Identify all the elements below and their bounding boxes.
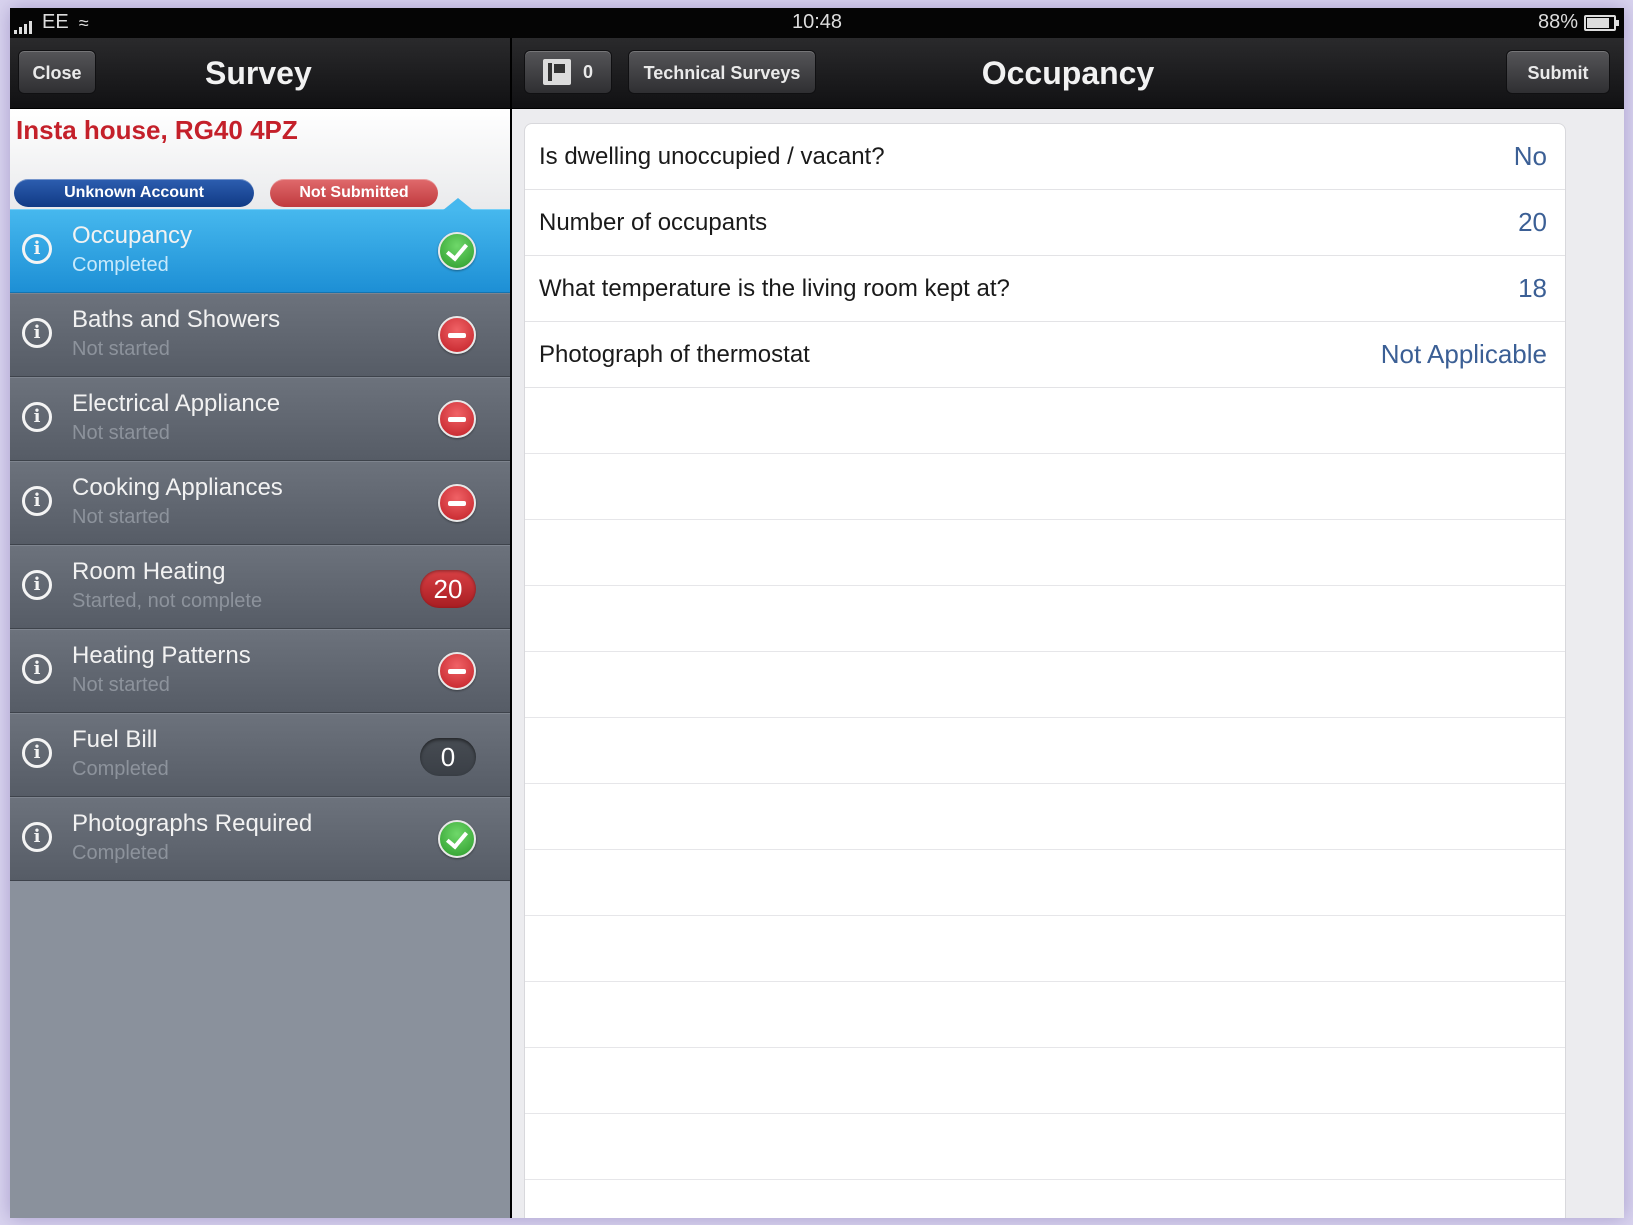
not-started-icon [438, 400, 476, 438]
info-icon[interactable]: i [22, 486, 52, 516]
sidebar-item-electrical-appliance[interactable]: i Electrical Appliance Not started [10, 377, 510, 461]
empty-row [525, 916, 1565, 982]
section-name: Electrical Appliance [72, 390, 281, 417]
sidebar-item-occupancy[interactable]: i Occupancy Completed [10, 198, 510, 293]
question-label: Is dwelling unoccupied / vacant? [539, 142, 885, 170]
empty-row [525, 1114, 1565, 1180]
empty-row [525, 520, 1565, 586]
submission-status-badge: Not Submitted [270, 179, 438, 207]
count-badge: 20 [420, 570, 476, 608]
section-status: Started, not complete [72, 590, 263, 612]
checkmark-icon [438, 232, 476, 270]
sidebar-item-baths-and-showers[interactable]: i Baths and Showers Not started [10, 293, 510, 377]
survey-title: Survey [205, 55, 312, 91]
section-name: Occupancy [72, 222, 193, 249]
question-row[interactable]: What temperature is the living room kept… [525, 256, 1565, 322]
info-icon[interactable]: i [22, 738, 52, 768]
page-title: Occupancy [981, 55, 1155, 91]
sections-sidebar: Insta house, RG40 4PZ Unknown Account No… [10, 109, 510, 1218]
info-icon[interactable]: i [22, 318, 52, 348]
section-name: Fuel Bill [72, 726, 158, 753]
section-status: Completed [72, 758, 169, 780]
battery-percent: 88% [1537, 11, 1578, 33]
info-icon[interactable]: i [22, 234, 52, 264]
answer-value[interactable]: Not Applicable [1381, 339, 1547, 370]
status-bar: EE ≈ 10:48 88% [10, 8, 1624, 38]
section-status: Completed [72, 254, 169, 276]
question-row[interactable]: Is dwelling unoccupied / vacant? No [525, 124, 1565, 190]
battery-area: 88% [1537, 11, 1619, 34]
question-label: Photograph of thermostat [539, 340, 810, 368]
empty-row [525, 652, 1565, 718]
selection-pointer [442, 198, 474, 211]
empty-row [525, 850, 1565, 916]
section-name: Heating Patterns [72, 642, 251, 669]
battery-fill [1587, 17, 1610, 28]
info-icon[interactable]: i [22, 822, 52, 852]
submit-button[interactable]: Submit [1506, 50, 1610, 94]
checkmark-icon [438, 820, 476, 858]
empty-row [525, 454, 1565, 520]
empty-row [525, 718, 1565, 784]
sidebar-item-fuel-bill[interactable]: i Fuel Bill Completed 0 [10, 713, 510, 797]
empty-row [525, 784, 1565, 850]
survey-navbar: Close Survey [10, 38, 510, 109]
question-row[interactable]: Photograph of thermostat Not Applicable [525, 322, 1565, 388]
not-started-icon [438, 316, 476, 354]
empty-row [525, 586, 1565, 652]
clock: 10:48 [791, 11, 843, 33]
detail-pane: Is dwelling unoccupied / vacant? No Number… [512, 109, 1624, 1218]
section-name: Photographs Required [72, 810, 313, 837]
count-badge: 0 [420, 738, 476, 776]
detail-navbar: 0 Technical Surveys Occupancy Submit [512, 38, 1624, 109]
property-address: Insta house, RG40 4PZ [16, 115, 298, 145]
question-table: Is dwelling unoccupied / vacant? No Number… [524, 123, 1566, 1218]
section-list: i Occupancy Completed i Baths and Showers Not… [10, 198, 510, 881]
close-button[interactable]: Close [18, 50, 96, 94]
not-started-icon [438, 652, 476, 690]
section-status: Not started [72, 338, 170, 360]
section-status: Completed [72, 842, 169, 864]
account-badge: Unknown Account [14, 179, 254, 207]
sidebar-item-room-heating[interactable]: i Room Heating Started, not complete 20 [10, 545, 510, 629]
section-name: Room Heating [72, 558, 226, 585]
sidebar-item-cooking-appliances[interactable]: i Cooking Appliances Not started [10, 461, 510, 545]
answer-value[interactable]: 18 [1518, 273, 1547, 304]
info-icon[interactable]: i [22, 402, 52, 432]
section-name: Baths and Showers [72, 306, 281, 333]
question-row[interactable]: Number of occupants 20 [525, 190, 1565, 256]
empty-row [525, 982, 1565, 1048]
sidebar-item-photographs-required[interactable]: i Photographs Required Completed [10, 797, 510, 881]
empty-row [525, 1048, 1565, 1114]
battery-icon [1584, 14, 1619, 31]
section-status: Not started [72, 422, 170, 444]
answer-value[interactable]: 20 [1518, 207, 1547, 238]
empty-row [525, 388, 1565, 454]
answer-value[interactable]: No [1514, 141, 1547, 172]
not-started-icon [438, 484, 476, 522]
question-label: Number of occupants [539, 208, 768, 236]
info-icon[interactable]: i [22, 570, 52, 600]
section-status: Not started [72, 674, 170, 696]
section-name: Cooking Appliances [72, 474, 283, 501]
sidebar-item-heating-patterns[interactable]: i Heating Patterns Not started [10, 629, 510, 713]
question-label: What temperature is the living room kept… [539, 274, 1010, 302]
section-status: Not started [72, 506, 170, 528]
info-icon[interactable]: i [22, 654, 52, 684]
property-header: Insta house, RG40 4PZ Unknown Account No… [10, 109, 510, 209]
ipad-screen: EE ≈ 10:48 88% Close Survey 0 Technical … [10, 8, 1624, 1218]
